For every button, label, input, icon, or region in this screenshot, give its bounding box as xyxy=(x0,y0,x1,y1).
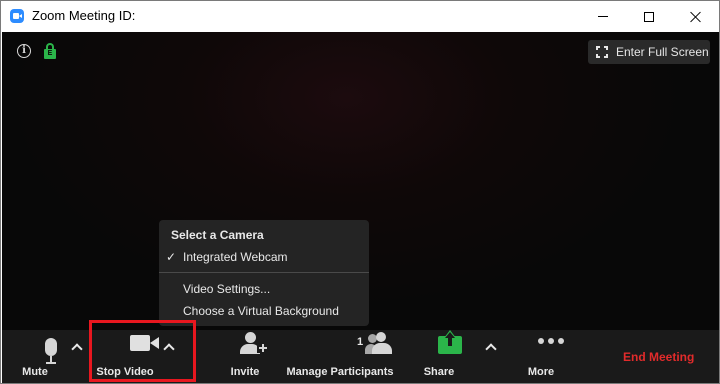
audio-options-caret[interactable] xyxy=(71,342,83,354)
enter-full-screen-button[interactable]: Enter Full Screen xyxy=(588,40,710,64)
more-label: More xyxy=(527,366,555,378)
zoom-meeting-window: Zoom Meeting ID: i E Enter Full Screen S… xyxy=(0,0,720,384)
manage-participants-label: Manage Participants xyxy=(286,366,394,378)
menu-item-label: Integrated Webcam xyxy=(183,250,288,264)
invite-button[interactable]: Invite xyxy=(222,330,268,383)
video-camera-icon xyxy=(130,334,160,352)
menu-item-virtual-background[interactable]: Choose a Virtual Background xyxy=(159,300,369,322)
mute-label: Mute xyxy=(22,366,48,378)
encryption-lock-icon[interactable]: E xyxy=(44,43,56,59)
enter-full-screen-label: Enter Full Screen xyxy=(616,45,709,59)
mute-button[interactable]: Mute xyxy=(13,330,57,383)
info-icon[interactable]: i xyxy=(17,44,31,58)
menu-item-integrated-webcam[interactable]: ✓ Integrated Webcam xyxy=(159,246,369,268)
maximize-icon xyxy=(644,11,654,22)
close-icon xyxy=(690,11,702,23)
camera-menu: Select a Camera ✓ Integrated Webcam Vide… xyxy=(159,220,369,326)
menu-divider xyxy=(159,272,369,273)
share-label: Share xyxy=(423,366,455,378)
menu-item-label: Video Settings... xyxy=(183,282,271,296)
maximize-button[interactable] xyxy=(626,1,672,32)
share-button[interactable]: Share xyxy=(416,330,462,383)
lock-badge: E xyxy=(44,49,56,59)
close-button[interactable] xyxy=(673,1,719,32)
stop-video-button[interactable]: Stop Video xyxy=(90,330,160,383)
menu-item-video-settings[interactable]: Video Settings... xyxy=(159,278,369,300)
end-meeting-button[interactable]: End Meeting xyxy=(623,350,694,366)
more-button[interactable]: More xyxy=(518,330,564,383)
camera-menu-header: Select a Camera xyxy=(171,228,264,242)
checkmark-icon: ✓ xyxy=(166,250,177,264)
title-bar: Zoom Meeting ID: xyxy=(1,1,719,32)
microphone-icon xyxy=(45,338,57,366)
zoom-app-icon xyxy=(10,9,24,23)
share-options-caret[interactable] xyxy=(485,342,497,354)
manage-participants-button[interactable]: 1 Manage Participants xyxy=(285,330,395,383)
add-person-icon xyxy=(240,332,268,354)
fullscreen-icon xyxy=(596,46,608,58)
participants-icon xyxy=(365,332,395,354)
more-dots-icon xyxy=(538,338,564,344)
minimize-button[interactable] xyxy=(580,1,626,32)
minimize-icon xyxy=(598,16,608,17)
menu-item-label: Choose a Virtual Background xyxy=(183,304,339,318)
video-options-caret[interactable] xyxy=(163,342,175,354)
share-screen-icon xyxy=(438,330,462,354)
meeting-toolbar: Mute Stop Video Invite 1 Manage Particip… xyxy=(2,330,719,383)
participant-count: 1 xyxy=(357,336,364,348)
stop-video-label: Stop Video xyxy=(96,366,154,378)
invite-label: Invite xyxy=(230,366,260,378)
window-title: Zoom Meeting ID: xyxy=(32,8,136,23)
